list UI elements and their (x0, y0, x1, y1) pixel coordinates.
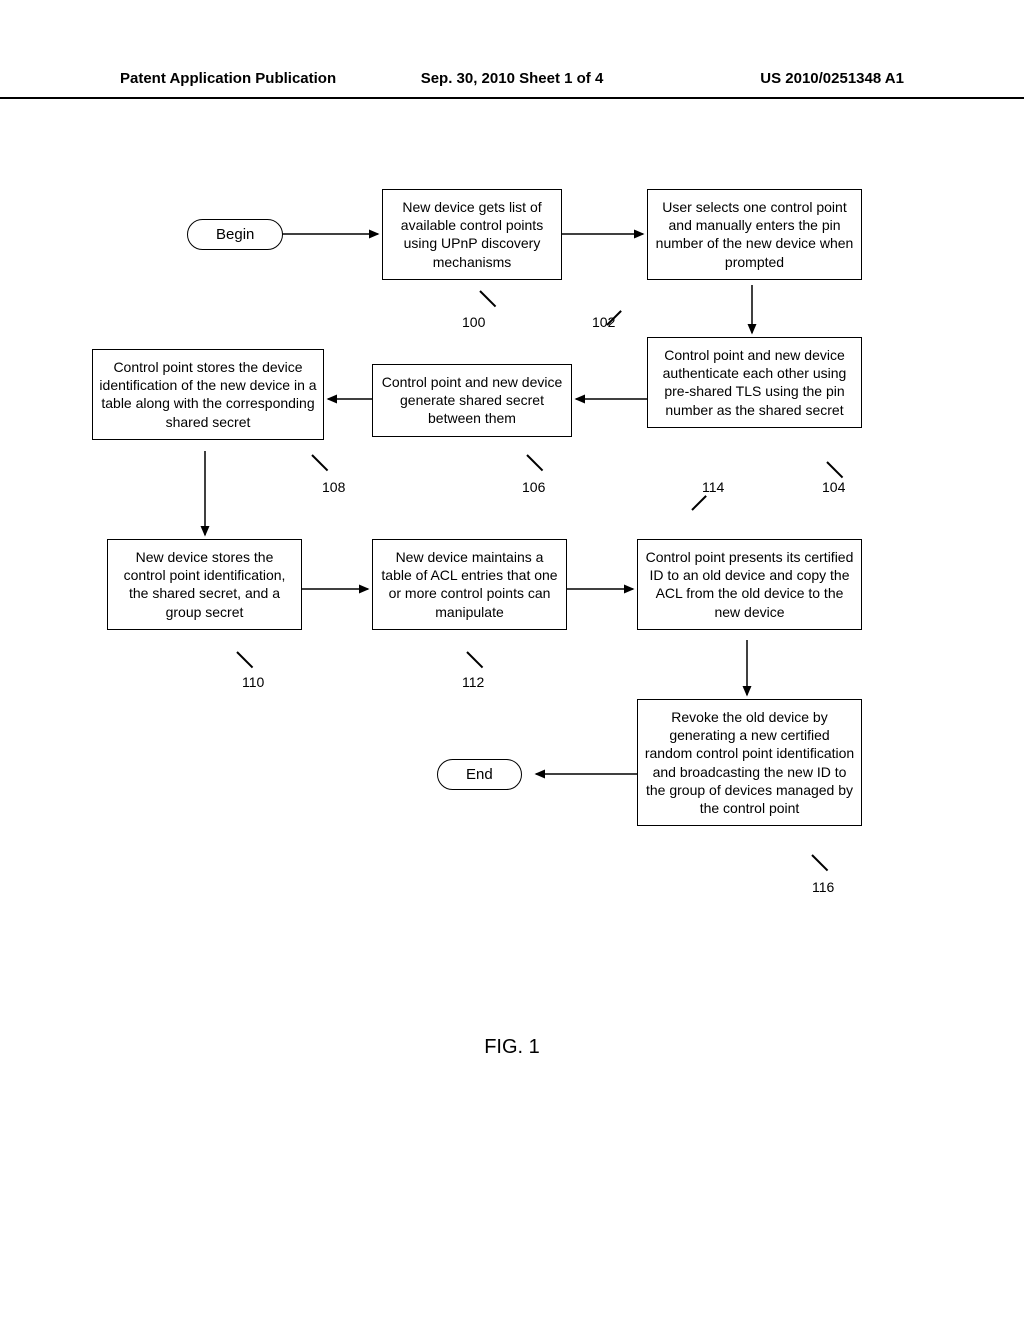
box-110: New device stores the control point iden… (107, 539, 302, 630)
box-100: New device gets list of available contro… (382, 189, 562, 280)
ref-100: 100 (462, 314, 485, 330)
ref-106: 106 (522, 479, 545, 495)
box-114: Control point presents its certified ID … (637, 539, 862, 630)
ref-116: 116 (812, 879, 834, 895)
box-112: New device maintains a table of ACL entr… (372, 539, 567, 630)
page-header: Patent Application Publication Sep. 30, … (0, 0, 1024, 99)
figure-label: FIG. 1 (484, 1036, 540, 1059)
header-publication: Patent Application Publication (120, 70, 381, 87)
terminal-end: End (437, 759, 522, 790)
ref-102: 102 (592, 314, 615, 330)
tick-106 (526, 454, 543, 471)
tick-114 (691, 495, 707, 511)
tick-116 (811, 854, 828, 871)
box-108: Control point stores the device identifi… (92, 349, 324, 440)
ref-104: 104 (822, 479, 845, 495)
ref-112: 112 (462, 674, 484, 690)
tick-104 (826, 461, 843, 478)
terminal-begin: Begin (187, 219, 283, 250)
box-104: Control point and new device authenticat… (647, 337, 862, 428)
header-patent-number: US 2010/0251348 A1 (643, 70, 904, 87)
tick-110 (236, 651, 253, 668)
box-116: Revoke the old device by generating a ne… (637, 699, 862, 826)
ref-108: 108 (322, 479, 345, 495)
header-sheet-info: Sep. 30, 2010 Sheet 1 of 4 (381, 70, 642, 87)
ref-110: 110 (242, 674, 264, 690)
box-102: User selects one control point and manua… (647, 189, 862, 280)
box-106: Control point and new device generate sh… (372, 364, 572, 437)
tick-108 (311, 454, 328, 471)
tick-100 (479, 290, 496, 307)
flowchart-diagram: Begin New device gets list of available … (92, 189, 932, 1059)
tick-112 (466, 651, 483, 668)
ref-114: 114 (702, 479, 724, 495)
